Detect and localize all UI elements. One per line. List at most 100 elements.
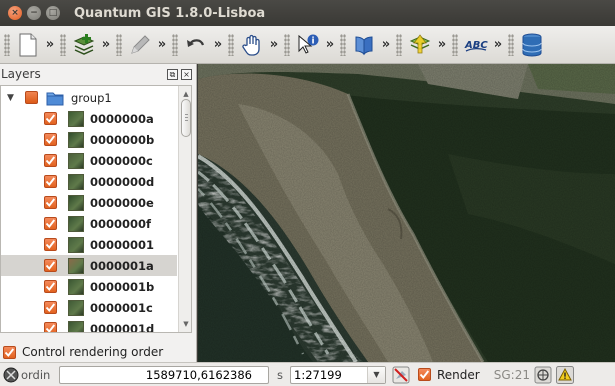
toolbar-grip[interactable] xyxy=(508,33,514,56)
toolbar-overflow-chevron[interactable]: » xyxy=(434,37,448,52)
layer-row[interactable]: 0000001d xyxy=(1,318,177,333)
srs-label[interactable]: SG:21 xyxy=(494,368,530,382)
plugin-icon xyxy=(409,33,431,53)
layer-visibility-checkbox[interactable] xyxy=(44,238,57,251)
layer-row[interactable]: 0000000b xyxy=(1,129,177,150)
plugin-button[interactable] xyxy=(406,31,434,59)
coordinate-field[interactable]: 1589710,6162386 xyxy=(59,365,269,384)
toggle-editing-button[interactable] xyxy=(126,31,154,59)
scrollbar-thumb[interactable] xyxy=(181,99,191,137)
layer-name: 0000001d xyxy=(90,321,155,333)
control-rendering-order-row[interactable]: Control rendering order xyxy=(0,342,163,362)
minimize-window-button[interactable]: − xyxy=(27,6,41,20)
toolbar-grip[interactable] xyxy=(228,33,234,56)
checkmark-icon xyxy=(45,219,56,228)
layer-tree[interactable]: ▼ group1 0000000a 0000000b 0000000c 0000000… xyxy=(0,85,192,333)
layer-name: 0000000f xyxy=(90,216,152,231)
maximize-icon: □ xyxy=(48,8,58,18)
database-icon xyxy=(522,33,542,57)
new-project-button[interactable] xyxy=(14,31,42,59)
layer-visibility-checkbox[interactable] xyxy=(44,322,57,332)
toolbar-grip[interactable] xyxy=(60,33,66,56)
aerial-imagery xyxy=(198,64,615,362)
scroll-down-arrow-icon[interactable]: ▼ xyxy=(180,318,191,330)
layers-panel: Layers ⧉ × ▼ group1 0000000a 0000000b 0000… xyxy=(0,64,197,362)
layer-visibility-checkbox[interactable] xyxy=(44,133,57,146)
window-title: Quantum GIS 1.8.0-Lisboa xyxy=(74,5,266,21)
layer-visibility-checkbox[interactable] xyxy=(44,280,57,293)
float-panel-button[interactable]: ⧉ xyxy=(167,68,178,80)
raster-layer-thumbnail-icon xyxy=(68,152,84,169)
layer-visibility-checkbox[interactable] xyxy=(44,154,57,167)
layer-visibility-checkbox[interactable] xyxy=(44,112,57,125)
render-label: Render xyxy=(437,367,480,382)
toolbar-overflow-chevron[interactable]: » xyxy=(154,37,168,52)
main-toolbar: » » » » » i » » » ABC » xyxy=(0,26,615,64)
layer-row[interactable]: 0000001b xyxy=(1,276,177,297)
pan-map-button[interactable] xyxy=(238,31,266,59)
checkmark-icon xyxy=(4,347,15,357)
layer-row[interactable]: 0000000a xyxy=(1,108,177,129)
add-vector-layer-button[interactable] xyxy=(70,31,98,59)
new-project-icon xyxy=(19,33,37,56)
layer-visibility-checkbox[interactable] xyxy=(44,196,57,209)
close-window-button[interactable]: × xyxy=(8,6,22,20)
layer-row[interactable]: 0000001c xyxy=(1,297,177,318)
scale-combobox[interactable]: 1:27199 ▼ xyxy=(290,365,386,384)
layer-visibility-checkbox[interactable] xyxy=(44,217,57,230)
render-checkbox[interactable] xyxy=(418,368,431,381)
map-tips-icon[interactable] xyxy=(3,367,19,383)
layer-visibility-checkbox[interactable] xyxy=(44,301,57,314)
toolbar-grip[interactable] xyxy=(284,33,290,56)
svg-text:i: i xyxy=(311,36,314,46)
checkmark-icon xyxy=(45,240,56,249)
toolbar-overflow-chevron[interactable]: » xyxy=(98,37,112,52)
toolbar-overflow-chevron[interactable]: » xyxy=(266,37,280,52)
layer-visibility-checkbox[interactable] xyxy=(44,259,57,272)
maximize-window-button[interactable]: □ xyxy=(46,6,60,20)
close-panel-button[interactable]: × xyxy=(181,68,192,80)
expand-arrow-icon[interactable]: ▼ xyxy=(7,93,14,103)
toolbar-overflow-chevron[interactable]: » xyxy=(490,37,504,52)
help-contents-button[interactable] xyxy=(350,31,378,59)
toolbar-overflow-chevron[interactable]: » xyxy=(42,37,56,52)
layer-row[interactable]: 0000000e xyxy=(1,192,177,213)
layer-name: 0000000c xyxy=(90,153,153,168)
layer-visibility-checkbox[interactable] xyxy=(44,175,57,188)
group-checkbox[interactable] xyxy=(25,91,38,104)
undo-icon xyxy=(187,38,205,47)
control-rendering-order-checkbox[interactable] xyxy=(3,345,16,359)
stop-render-icon[interactable] xyxy=(392,366,410,384)
layer-group-row[interactable]: ▼ group1 xyxy=(1,87,177,108)
layer-tree-scrollbar[interactable]: ▲ ▼ xyxy=(178,86,191,332)
label-abc-icon: ABC xyxy=(464,40,488,52)
layer-row[interactable]: 00000001 xyxy=(1,234,177,255)
folder-icon xyxy=(46,92,64,105)
identify-features-button[interactable]: i xyxy=(294,31,322,59)
undo-button[interactable] xyxy=(182,31,210,59)
toolbar-grip[interactable] xyxy=(396,33,402,56)
checkmark-icon xyxy=(45,198,56,207)
toolbar-overflow-chevron[interactable]: » xyxy=(210,37,224,52)
checkmark-icon xyxy=(45,177,56,186)
labeling-button[interactable]: ABC xyxy=(462,31,490,59)
layer-row[interactable]: 0000000c xyxy=(1,150,177,171)
projection-globe-icon[interactable] xyxy=(534,366,552,384)
close-icon: × xyxy=(11,8,19,18)
toolbar-grip[interactable] xyxy=(116,33,122,56)
toolbar-overflow-chevron[interactable]: » xyxy=(322,37,336,52)
edit-pencil-icon xyxy=(131,34,150,54)
chevron-down-icon[interactable]: ▼ xyxy=(367,366,385,383)
toolbar-overflow-chevron[interactable]: » xyxy=(378,37,392,52)
map-canvas[interactable] xyxy=(198,64,615,362)
layer-row[interactable]: 0000000f xyxy=(1,213,177,234)
toolbar-grip[interactable] xyxy=(172,33,178,56)
toolbar-grip[interactable] xyxy=(452,33,458,56)
layer-row[interactable]: 0000000d xyxy=(1,171,177,192)
raster-layer-thumbnail-icon xyxy=(68,278,84,295)
database-button[interactable] xyxy=(518,31,546,59)
toolbar-grip[interactable] xyxy=(340,33,346,56)
toolbar-grip[interactable] xyxy=(4,33,10,56)
layer-row[interactable]: 0000001a xyxy=(1,255,177,276)
warning-icon[interactable] xyxy=(555,365,574,384)
